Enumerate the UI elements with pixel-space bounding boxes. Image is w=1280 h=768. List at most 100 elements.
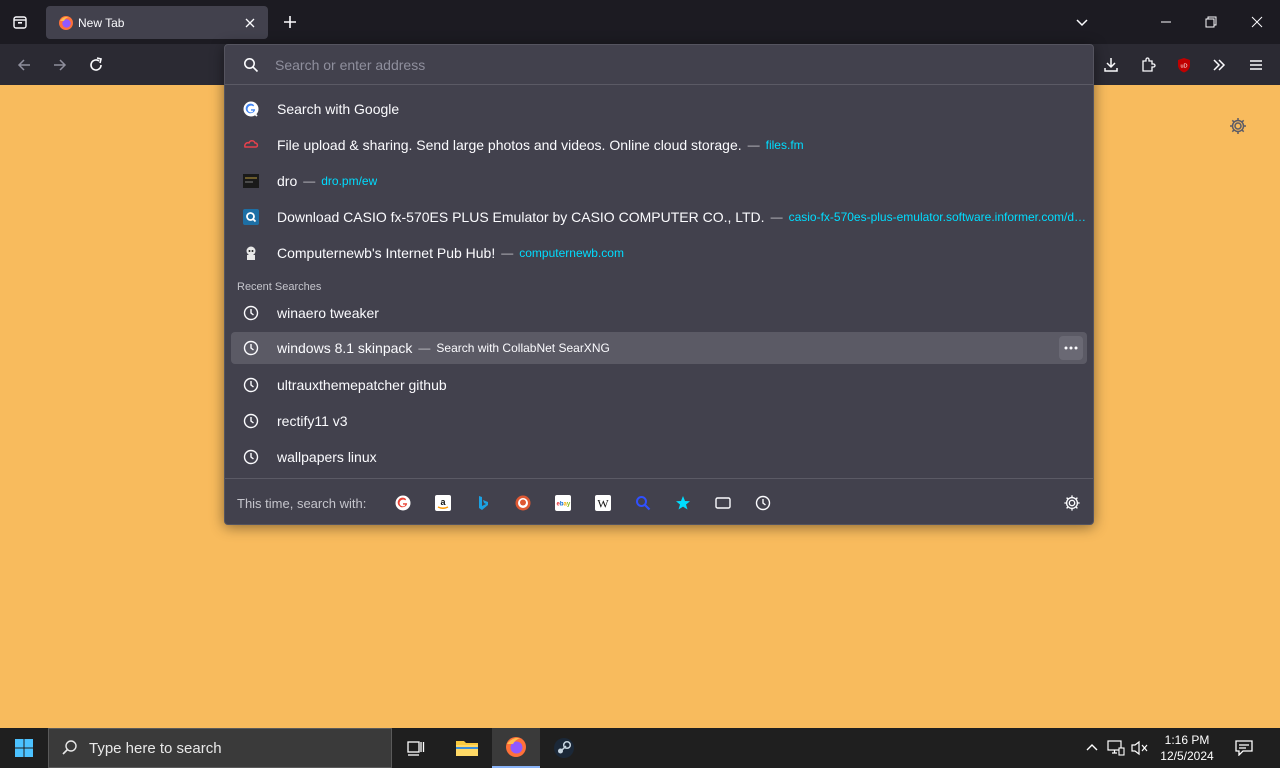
- ublock-icon: uD: [1178, 58, 1190, 73]
- engine-duckduckgo-button[interactable]: [514, 494, 532, 512]
- network-tray-button[interactable]: [1106, 738, 1126, 758]
- show-hidden-icons-button[interactable]: [1082, 738, 1102, 758]
- notification-center-button[interactable]: [1232, 736, 1256, 760]
- new-tab-button[interactable]: [278, 10, 302, 34]
- steam-taskbar-button[interactable]: [540, 728, 588, 768]
- close-icon: [245, 18, 255, 27]
- restore-button[interactable]: [1188, 6, 1234, 38]
- recent-search-item[interactable]: winaero tweaker: [231, 297, 1087, 329]
- volume-tray-button[interactable]: [1130, 738, 1150, 758]
- one-off-label: This time, search with:: [237, 496, 367, 511]
- bookmarks-search-button[interactable]: [674, 494, 692, 512]
- taskbar-clock[interactable]: 1:16 PM 12/5/2024: [1152, 732, 1222, 764]
- history-clock-icon: [243, 340, 259, 356]
- list-all-tabs-button[interactable]: [1070, 10, 1094, 34]
- tab-new-tab[interactable]: New Tab: [46, 6, 268, 39]
- engine-bing-button[interactable]: [474, 494, 492, 512]
- search-icon: [62, 740, 77, 755]
- svg-text:W: W: [597, 497, 609, 511]
- file-explorer-taskbar-button[interactable]: [443, 728, 491, 768]
- extensions-button[interactable]: [1137, 54, 1159, 76]
- minimize-button[interactable]: [1143, 6, 1189, 38]
- hamburger-menu-icon: [1250, 60, 1262, 70]
- close-window-button[interactable]: [1234, 6, 1280, 38]
- result-menu-button[interactable]: [1059, 336, 1083, 360]
- engine-searxng-button[interactable]: [634, 494, 652, 512]
- bing-icon: [479, 496, 488, 510]
- close-icon: [1251, 16, 1263, 28]
- history-clock-icon: [755, 495, 771, 511]
- tab-title: New Tab: [78, 15, 125, 30]
- result-separator: —: [747, 138, 760, 152]
- restore-icon: [1205, 16, 1217, 28]
- app-menu-button[interactable]: [1245, 54, 1267, 76]
- volume-muted-icon: [1131, 740, 1148, 756]
- firefox-view-button[interactable]: [8, 10, 32, 34]
- urlbar-popup: Search with Google File upload & sharing…: [224, 44, 1094, 525]
- duckduckgo-icon: [515, 495, 531, 511]
- svg-text:ebay: ebay: [557, 502, 571, 508]
- more-tools-button[interactable]: [1208, 54, 1230, 76]
- windows-logo-icon: [15, 739, 33, 757]
- puzzle-icon: [1142, 57, 1156, 72]
- chevron-down-icon: [1076, 19, 1088, 27]
- firefox-icon: [59, 15, 73, 30]
- recent-search-item[interactable]: wallpapers linux: [231, 441, 1087, 473]
- urlbar: [225, 45, 1093, 85]
- result-separator: —: [501, 246, 514, 260]
- result-action: Search with CollabNet SearXNG: [436, 341, 610, 355]
- arrow-left-icon: [17, 59, 30, 71]
- svg-text:uD: uD: [1180, 64, 1187, 70]
- result-title: dro: [277, 173, 298, 189]
- search-icon: [244, 57, 259, 72]
- history-search-button[interactable]: [754, 494, 772, 512]
- firefox-taskbar-button[interactable]: [492, 728, 540, 768]
- tab-close-button[interactable]: [240, 13, 260, 33]
- result-files-fm[interactable]: File upload & sharing. Send large photos…: [231, 129, 1087, 161]
- engine-ebay-button[interactable]: ebay: [554, 494, 572, 512]
- result-title: Computernewb's Internet Pub Hub!: [277, 245, 496, 261]
- result-casio-emulator[interactable]: Download CASIO fx-570ES PLUS Emulator by…: [231, 201, 1087, 233]
- notification-icon: [1235, 740, 1253, 756]
- chevron-double-right-icon: [1213, 59, 1226, 71]
- task-view-button[interactable]: [392, 728, 440, 768]
- chevron-up-icon: [1086, 744, 1098, 751]
- recent-search-item[interactable]: ultrauxthemepatcher github: [231, 369, 1087, 401]
- dro-icon: [243, 173, 259, 189]
- gear-icon[interactable]: [1228, 116, 1248, 136]
- result-search-with-google[interactable]: Search with Google: [231, 93, 1087, 125]
- task-view-icon: [407, 741, 425, 756]
- back-button[interactable]: [11, 52, 37, 78]
- tabs-search-button[interactable]: [714, 494, 732, 512]
- result-dro[interactable]: dro — dro.pm/ew: [231, 165, 1087, 197]
- forward-button[interactable]: [47, 52, 73, 78]
- result-title: windows 8.1 skinpack: [277, 340, 413, 356]
- recent-search-item[interactable]: rectify11 v3: [231, 405, 1087, 437]
- plus-icon: [284, 16, 296, 28]
- result-computernewb[interactable]: Computernewb's Internet Pub Hub! — compu…: [231, 237, 1087, 269]
- star-icon: [676, 496, 690, 510]
- ublock-origin-button[interactable]: uD: [1173, 54, 1195, 76]
- taskbar-search-placeholder: Type here to search: [89, 739, 222, 757]
- tab-icon: [715, 497, 731, 509]
- engine-google-button[interactable]: [394, 494, 412, 512]
- engine-amazon-button[interactable]: a: [434, 494, 452, 512]
- search-settings-gear-icon[interactable]: [1063, 494, 1081, 512]
- taskbar-search-box[interactable]: Type here to search: [48, 728, 392, 768]
- history-clock-icon: [243, 413, 259, 429]
- searxng-icon: [636, 496, 651, 511]
- one-off-search-buttons: This time, search with: a ebay W: [225, 478, 1093, 524]
- history-clock-icon: [243, 377, 259, 393]
- engine-wikipedia-button[interactable]: W: [594, 494, 612, 512]
- result-separator: —: [418, 341, 431, 355]
- google-icon: [243, 101, 259, 117]
- history-clock-icon: [243, 305, 259, 321]
- start-button[interactable]: [0, 728, 48, 768]
- downloads-button[interactable]: [1100, 54, 1122, 76]
- result-title: Search with Google: [277, 101, 400, 117]
- firefox-view-icon: [13, 16, 27, 29]
- recent-search-item-selected[interactable]: windows 8.1 skinpack — Search with Colla…: [231, 332, 1087, 364]
- reload-button[interactable]: [83, 52, 109, 78]
- firefox-icon: [506, 737, 526, 757]
- urlbar-input[interactable]: [275, 56, 1055, 73]
